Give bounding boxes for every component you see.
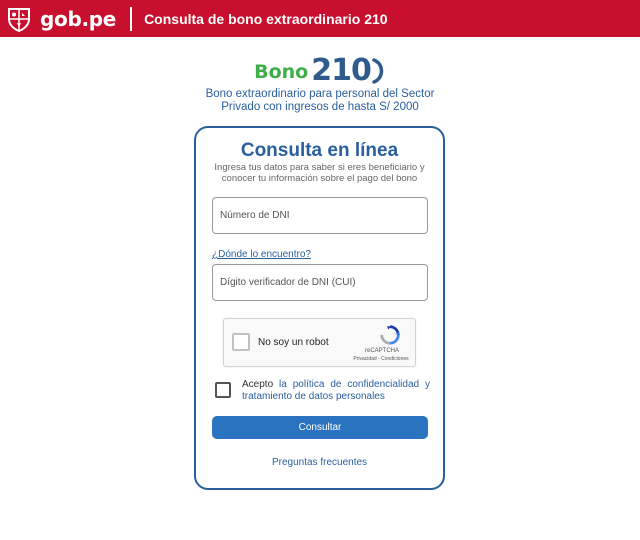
recaptcha-icon (380, 325, 400, 345)
bono-logo-number: 210 (311, 53, 372, 88)
bono-210-logo: Bono 210 (0, 56, 640, 86)
recaptcha-privacy-terms[interactable]: Privacidad - Condiciones (346, 356, 416, 362)
page-title: Consulta de bono extraordinario 210 (144, 10, 388, 27)
recaptcha-brand: reCAPTCHA (364, 348, 399, 354)
recaptcha-label: No soy un robot (258, 337, 329, 348)
program-subtitle: Bono extraordinario para personal del Se… (0, 88, 640, 114)
consulta-card: Consulta en línea Ingresa tus datos para… (194, 126, 445, 490)
card-description: Ingresa tus datos para saber si eres ben… (214, 162, 425, 184)
terms-text: Acepto la política de confidencialidad y… (242, 379, 430, 402)
faq-link[interactable]: Preguntas frecuentes (196, 457, 443, 468)
logo-text: gob.pe (40, 6, 117, 31)
peru-shield-icon (8, 7, 30, 32)
gob-pe-logo[interactable]: gob.pe (6, 0, 116, 37)
bono-logo-word: Bono (254, 61, 309, 83)
subtitle-line-2: Privado con ingresos de hasta S/ 2000 (221, 101, 419, 113)
terms-checkbox[interactable] (215, 382, 231, 398)
terms-prefix: Acepto (242, 379, 280, 390)
logo-arc-icon (372, 58, 384, 84)
card-title: Consulta en línea (240, 140, 399, 161)
dni-input[interactable] (212, 197, 428, 234)
cui-input[interactable] (212, 264, 428, 301)
where-to-find-link[interactable]: ¿Dónde lo encuentro? (212, 249, 311, 260)
header-divider (130, 6, 133, 31)
subtitle-line-1: Bono extraordinario para personal del Se… (205, 88, 435, 100)
top-header: gob.pe Consulta de bono extraordinario 2… (0, 0, 640, 37)
consultar-button[interactable]: Consultar (212, 416, 428, 439)
recaptcha-widget: No soy un robot reCAPTCHA Privacidad - C… (223, 318, 416, 367)
recaptcha-checkbox[interactable] (232, 333, 250, 351)
